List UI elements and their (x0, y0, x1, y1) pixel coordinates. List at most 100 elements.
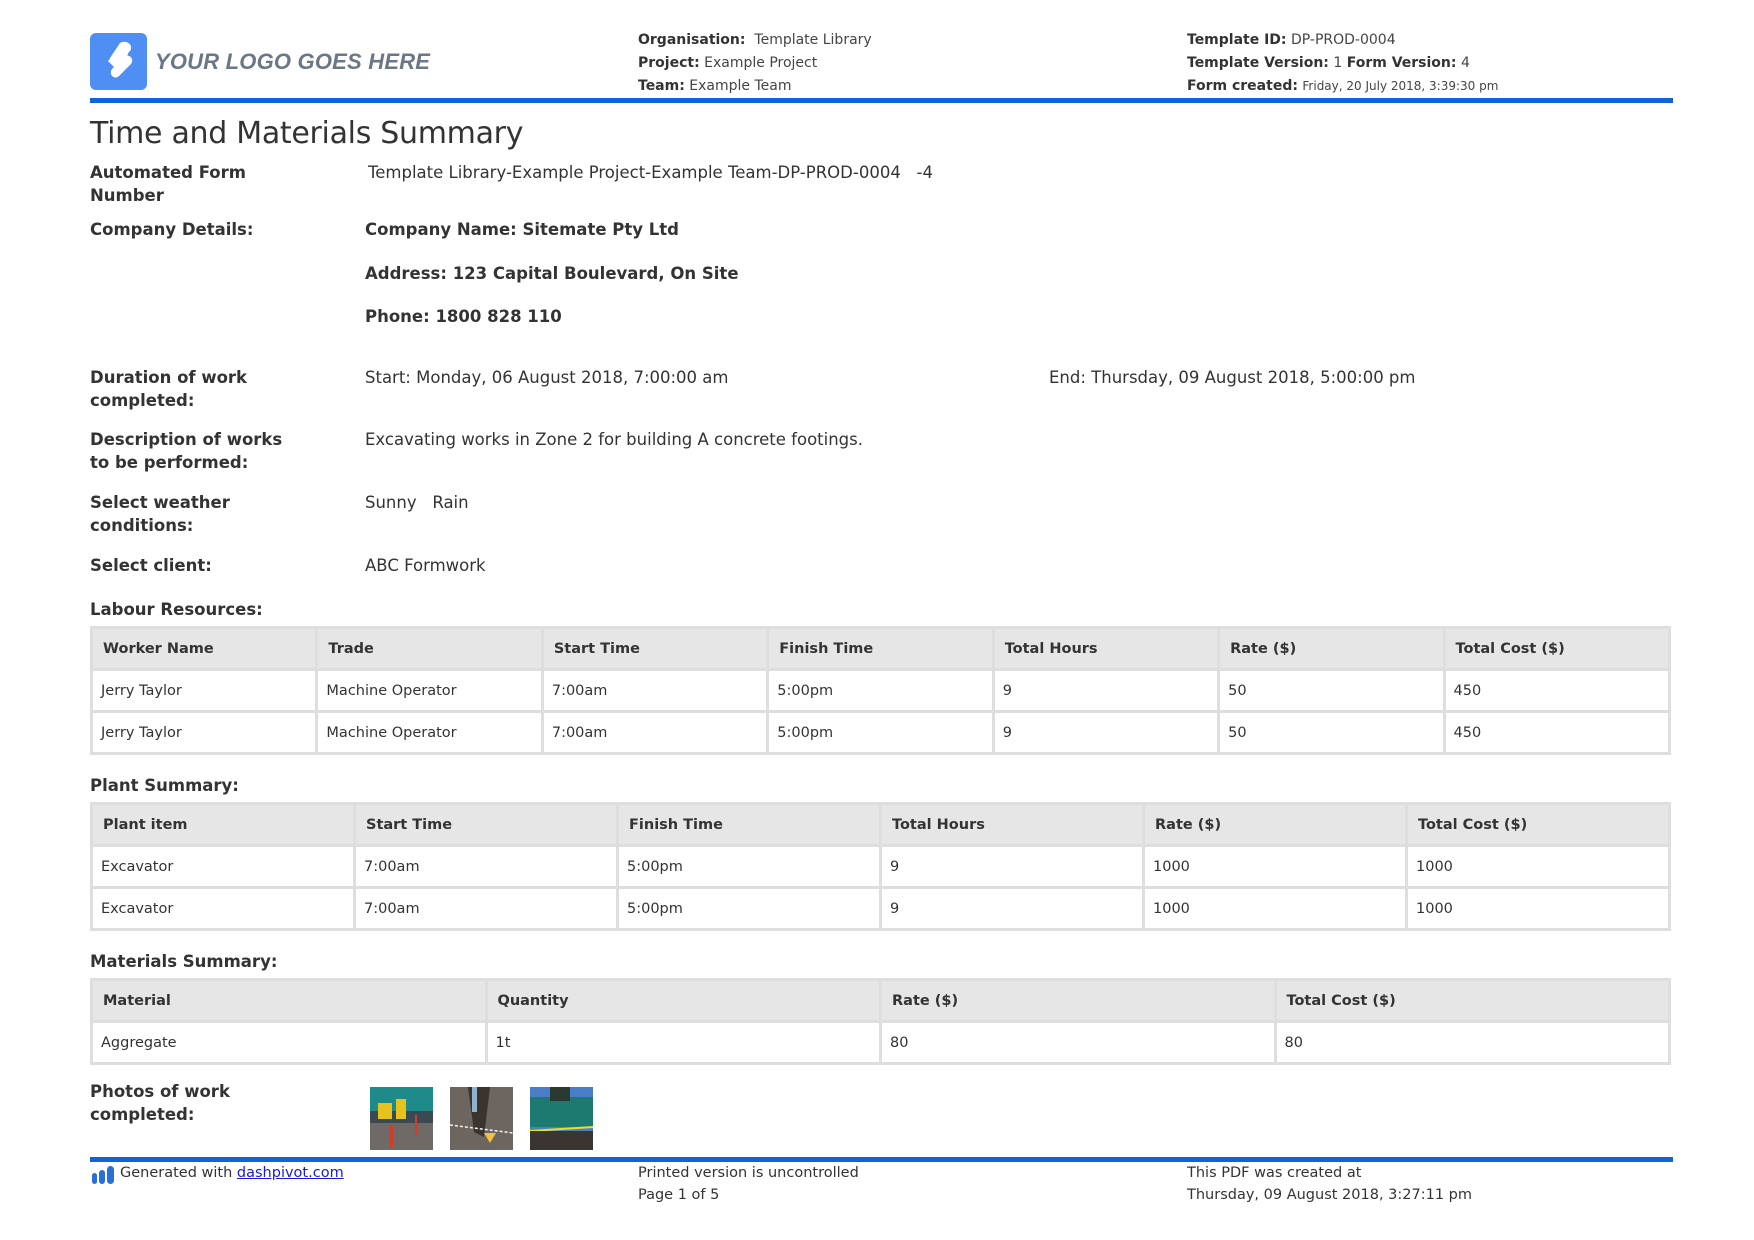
labour-col-header: Finish Time (769, 629, 992, 668)
table-cell: 5:00pm (619, 889, 879, 928)
description-label: Description of works to be performed: (90, 430, 283, 472)
description-value: Excavating works in Zone 2 for building … (365, 430, 863, 449)
company-logo (90, 33, 147, 90)
project-value: Example Project (704, 55, 818, 71)
plant-col-header: Start Time (356, 805, 616, 844)
generated-with-label: Generated with (120, 1165, 237, 1181)
page-title: Time and Materials Summary (90, 116, 524, 151)
automated-form-number-label: Automated Form Number (90, 163, 246, 205)
table-cell: Aggregate (93, 1023, 485, 1062)
plant-col-header: Total Hours (882, 805, 1142, 844)
company-name: Company Name: Sitemate Pty Ltd (365, 220, 679, 239)
template-version-value: 1 (1333, 55, 1343, 71)
table-cell: Excavator (93, 889, 353, 928)
duration-start: Start: Monday, 06 August 2018, 7:00:00 a… (365, 368, 729, 387)
dashpivot-link[interactable]: dashpivot.com (237, 1165, 344, 1181)
labour-header-row: Worker Name Trade Start Time Finish Time… (93, 629, 1668, 668)
materials-col-header: Total Cost ($) (1276, 981, 1668, 1020)
table-cell: 50 (1220, 713, 1443, 752)
team-label: Team: (638, 78, 685, 94)
table-cell: 1t (487, 1023, 879, 1062)
photos-label: Photos of work completed: (90, 1082, 230, 1124)
table-cell: 1000 (1408, 847, 1668, 886)
company-address: Address: 123 Capital Boulevard, On Site (365, 264, 739, 283)
table-cell: 50 (1220, 671, 1443, 710)
labour-col-header: Start Time (543, 629, 767, 668)
table-row: Excavator 7:00am 5:00pm 9 1000 1000 (93, 847, 1668, 886)
photo-thumbnail-1[interactable] (370, 1087, 433, 1150)
duration-label: Duration of work completed: (90, 368, 248, 410)
photo-thumbnail-3[interactable] (530, 1087, 593, 1150)
company-details-label: Company Details: (90, 220, 254, 239)
table-cell: 7:00am (356, 847, 616, 886)
form-version-label: Form Version: (1346, 55, 1457, 71)
excavator-photo-icon (530, 1087, 593, 1150)
table-cell: 450 (1445, 713, 1668, 752)
table-cell: 7:00am (543, 671, 767, 710)
labour-col-header: Total Hours (994, 629, 1218, 668)
table-cell: 1000 (1145, 847, 1405, 886)
table-cell: 7:00am (356, 889, 616, 928)
table-cell: 80 (1276, 1023, 1668, 1062)
company-phone: Phone: 1800 828 110 (365, 307, 562, 326)
project-label: Project: (638, 55, 700, 71)
client-value: ABC Formwork (365, 556, 486, 575)
header-divider (90, 98, 1673, 103)
team-value: Example Team (689, 78, 792, 94)
labour-col-header: Worker Name (93, 629, 316, 668)
trench-photo-icon (450, 1087, 513, 1150)
materials-col-header: Quantity (487, 981, 879, 1020)
form-created-label: Form created: (1187, 78, 1298, 94)
materials-col-header: Material (93, 981, 485, 1020)
labour-section-title: Labour Resources: (90, 600, 263, 619)
materials-section-title: Materials Summary: (90, 952, 278, 971)
plant-col-header: Total Cost ($) (1408, 805, 1668, 844)
table-cell: Jerry Taylor (93, 671, 316, 710)
template-id-label: Template ID: (1187, 32, 1287, 48)
plant-section-title: Plant Summary: (90, 776, 239, 795)
automated-form-number-value: Template Library-Example Project-Example… (368, 163, 934, 182)
table-cell: 5:00pm (619, 847, 879, 886)
logo-icon (108, 41, 133, 78)
table-cell: 9 (994, 713, 1218, 752)
table-row: Excavator 7:00am 5:00pm 9 1000 1000 (93, 889, 1668, 928)
table-row: Jerry Taylor Machine Operator 7:00am 5:0… (93, 671, 1668, 710)
table-cell: 1000 (1408, 889, 1668, 928)
materials-header-row: Material Quantity Rate ($) Total Cost ($… (93, 981, 1668, 1020)
excavator-photo-icon (370, 1087, 433, 1150)
table-cell: 5:00pm (769, 671, 992, 710)
logo-text: YOUR LOGO GOES HERE (155, 49, 431, 74)
materials-col-header: Rate ($) (882, 981, 1274, 1020)
duration-end: End: Thursday, 09 August 2018, 5:00:00 p… (1049, 368, 1416, 387)
footer-print-info: Printed version is uncontrolled Page 1 o… (638, 1162, 859, 1206)
plant-table: Plant item Start Time Finish Time Total … (90, 802, 1671, 931)
pdf-created-label: This PDF was created at (1187, 1165, 1362, 1181)
form-created-value: Friday, 20 July 2018, 3:39:30 pm (1302, 79, 1499, 93)
pdf-created-value: Thursday, 09 August 2018, 3:27:11 pm (1187, 1187, 1473, 1203)
table-cell: Machine Operator (318, 713, 541, 752)
organisation-value: Template Library (754, 32, 872, 48)
table-cell: Excavator (93, 847, 353, 886)
materials-table: Material Quantity Rate ($) Total Cost ($… (90, 978, 1671, 1065)
header-project-info: Organisation: Template Library Project: … (638, 29, 872, 98)
plant-col-header: Plant item (93, 805, 353, 844)
photo-thumbnail-2[interactable] (450, 1087, 513, 1150)
table-cell: 1000 (1145, 889, 1405, 928)
table-cell: Machine Operator (318, 671, 541, 710)
page-number: Page 1 of 5 (638, 1187, 720, 1203)
labour-col-header: Trade (318, 629, 541, 668)
table-row: Aggregate 1t 80 80 (93, 1023, 1668, 1062)
plant-header-row: Plant item Start Time Finish Time Total … (93, 805, 1668, 844)
labour-col-header: Total Cost ($) (1445, 629, 1668, 668)
table-cell: 5:00pm (769, 713, 992, 752)
weather-value: Sunny Rain (365, 493, 469, 512)
table-cell: Jerry Taylor (93, 713, 316, 752)
template-version-label: Template Version: (1187, 55, 1329, 71)
table-cell: 80 (882, 1023, 1274, 1062)
table-cell: 7:00am (543, 713, 767, 752)
footer-pdf-created: This PDF was created at Thursday, 09 Aug… (1187, 1162, 1472, 1206)
generated-with-text: Generated with dashpivot.com (120, 1162, 344, 1184)
template-id-value: DP-PROD-0004 (1290, 32, 1396, 48)
labour-col-header: Rate ($) (1220, 629, 1443, 668)
weather-label: Select weather conditions: (90, 493, 230, 535)
